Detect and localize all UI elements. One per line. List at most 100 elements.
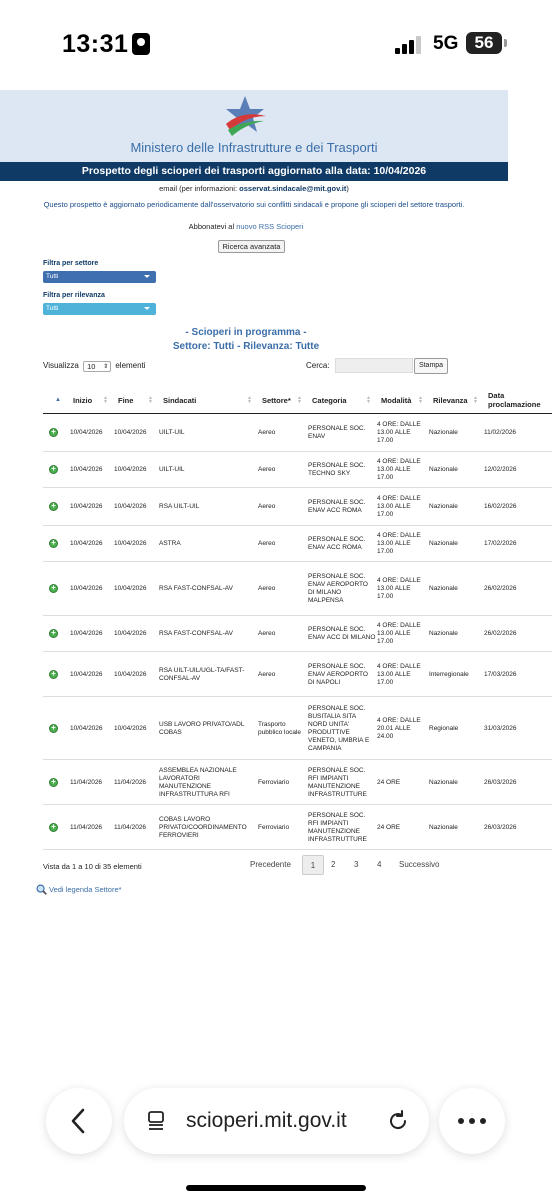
browser-toolbar: scioperi.mit.gov.it	[0, 1070, 552, 1200]
cell-settore: Aereo	[258, 630, 276, 637]
page-banner: Prospetto degli scioperi dei trasporti a…	[0, 162, 508, 181]
cell-fine: 11/04/2026	[114, 778, 147, 786]
cell-modalita: 24 ORE	[377, 823, 401, 831]
cell-data: 11/02/2026	[484, 429, 517, 436]
tabs-icon	[148, 1111, 164, 1130]
table-info: Vista da 1 a 10 di 35 elementi	[43, 862, 142, 871]
cell-settore: Aereo	[258, 429, 276, 436]
chevron-updown-icon: ⇕	[103, 364, 109, 370]
search-label: Cerca:	[306, 361, 330, 370]
cell-inizio: 10/04/2026	[70, 724, 103, 732]
table-body: 10/04/2026 10/04/2026 UILT-UIL Aereo PERSONA…	[43, 414, 552, 850]
plus-circle-icon[interactable]	[49, 723, 58, 733]
plus-circle-icon[interactable]	[49, 501, 58, 511]
column-header[interactable]: Rilevanza ▲ ▼	[425, 386, 480, 414]
plus-circle-icon[interactable]	[49, 464, 58, 474]
program-title: - Scioperi in programma -	[185, 327, 307, 338]
cell-fine: 10/04/2026	[114, 466, 147, 473]
table-row: 10/04/2026 10/04/2026 RSA FAST-CONFSAL-AV A…	[43, 616, 552, 652]
previous-page-button[interactable]: Precedente	[250, 855, 291, 875]
column-header[interactable]: Inizio ▲ ▼	[65, 386, 110, 414]
column-header[interactable]: Modalità ▲ ▼	[373, 386, 425, 414]
cell-settore: Ferroviario	[258, 823, 290, 831]
program-subtitle: Settore: Tutti - Rilevanza: Tutte	[172, 341, 320, 352]
page-length-control: Visualizza 10 ⇕ elementi	[43, 361, 146, 372]
cell-modalita: 4 ORE: DALLE 13.00 ALLE 17.00	[377, 458, 421, 481]
page-button-current[interactable]: 1	[302, 855, 324, 875]
cell-inizio: 11/04/2026	[70, 778, 103, 786]
legend-link[interactable]: Vedi legenda Settore*	[36, 884, 122, 895]
page-button[interactable]: 3	[354, 855, 358, 875]
plus-circle-icon[interactable]	[49, 777, 58, 787]
cell-inizio: 10/04/2026	[70, 670, 103, 678]
table-header: ▲ Inizio ▲ ▼ Fine ▲ ▼ Sindacati ▲ ▼ Settore* ▲ ▼…	[43, 386, 552, 414]
cell-sindacati: ASSEMBLEA NAZIONALE LAVORATORI MANUTENZI…	[159, 766, 237, 798]
cell-settore: Ferroviario	[258, 778, 290, 786]
cell-categoria: PERSONALE SOC. ENAV	[308, 425, 366, 440]
plus-circle-icon[interactable]	[49, 669, 58, 679]
column-header[interactable]: Settore* ▲ ▼	[254, 386, 304, 414]
reload-icon[interactable]	[386, 1109, 410, 1133]
magnifier-icon	[36, 884, 47, 895]
cell-data: 26/03/2026	[484, 823, 517, 831]
cell-categoria: PERSONALE SOC. ENAV AEROPORTO DI MILANO …	[308, 573, 368, 604]
cell-modalita: 4 ORE: DALLE 20.01 ALLE 24.00	[377, 716, 421, 740]
column-header[interactable]: Fine ▲ ▼	[110, 386, 155, 414]
plus-circle-icon[interactable]	[49, 427, 58, 437]
cell-sindacati: UILT-UIL	[159, 466, 185, 473]
cell-sindacati: RSA UILT-UIL/UGL-TA/FAST-CONFSAL-AV	[159, 666, 245, 682]
cell-modalita: 24 ORE	[377, 778, 401, 786]
print-button[interactable]: Stampa	[414, 358, 448, 374]
cell-rilevanza: Nazionale	[429, 429, 458, 436]
sector-filter-label: Filtra per settore	[43, 260, 99, 267]
search-input[interactable]	[335, 358, 413, 373]
cell-modalita: 4 ORE: DALLE 13.00 ALLE 17.00	[377, 622, 421, 645]
site-header: Ministero delle Infrastrutture e dei Tra…	[0, 90, 508, 162]
cell-modalita: 4 ORE: DALLE 13.00 ALLE 17.00	[377, 577, 421, 600]
cell-categoria: PERSONALE SOC. RFI IMPIANTI MANUTENZIONE…	[308, 766, 367, 798]
page-button[interactable]: 4	[377, 855, 381, 875]
table-row: 10/04/2026 10/04/2026 RSA UILT-UIL/UGL-TA/…	[43, 652, 552, 697]
battery-icon: 56	[466, 32, 507, 54]
rss-link[interactable]: nuovo RSS Scioperi	[236, 222, 303, 231]
ministry-logo-icon	[226, 96, 266, 136]
cell-categoria: PERSONALE SOC. TECHNO SKY	[308, 462, 366, 477]
column-header[interactable]: Categoria ▲ ▼	[304, 386, 373, 414]
status-bar: 13:31 5G 56	[0, 0, 552, 90]
back-button[interactable]	[46, 1088, 112, 1154]
cell-inizio: 10/04/2026	[70, 585, 103, 592]
table-row: 10/04/2026 10/04/2026 RSA FAST-CONFSAL-AV A…	[43, 562, 552, 616]
cell-data: 17/02/2026	[484, 540, 517, 547]
address-bar[interactable]: scioperi.mit.gov.it	[124, 1088, 429, 1154]
cell-fine: 11/04/2026	[114, 823, 147, 831]
cell-rilevanza: Nazionale	[429, 778, 458, 786]
cell-categoria: PERSONALE SOC. RFI IMPIANTI MANUTENZIONE…	[308, 811, 367, 843]
plus-circle-icon[interactable]	[49, 583, 58, 593]
cell-rilevanza: Interregionale	[429, 670, 469, 678]
page-length-select[interactable]: 10 ⇕	[83, 361, 112, 372]
cell-sindacati: USB LAVORO PRIVATO/ADL COBAS	[159, 720, 245, 736]
cell-data: 12/02/2026	[484, 466, 517, 473]
page-button[interactable]: 2	[331, 855, 335, 875]
table-row: 10/04/2026 10/04/2026 USB LAVORO PRIVATO/A…	[43, 697, 552, 760]
cell-sindacati: RSA FAST-CONFSAL-AV	[159, 630, 233, 637]
more-button[interactable]	[439, 1088, 505, 1154]
plus-circle-icon[interactable]	[49, 822, 58, 832]
cell-data: 26/02/2026	[484, 585, 517, 592]
expand-column-header[interactable]: ▲	[43, 386, 65, 414]
chevron-left-icon	[71, 1108, 85, 1134]
cell-modalita: 4 ORE: DALLE 13.00 ALLE 17.00	[377, 495, 421, 518]
next-page-button[interactable]: Successivo	[399, 855, 439, 875]
advanced-search-button[interactable]: Ricerca avanzata	[218, 240, 285, 253]
email-link[interactable]: osservat.sindacale@mit.gov.it	[239, 184, 346, 193]
column-header[interactable]: Sindacati ▲ ▼	[155, 386, 254, 414]
relevance-filter-select[interactable]: Tutti	[43, 303, 156, 315]
cell-inizio: 10/04/2026	[70, 466, 103, 473]
plus-circle-icon[interactable]	[49, 628, 58, 638]
column-header[interactable]: Data proclamazione	[480, 386, 552, 414]
plus-circle-icon[interactable]	[49, 538, 58, 548]
table-row: 11/04/2026 11/04/2026 ASSEMBLEA NAZIONALE …	[43, 760, 552, 805]
sector-filter-select[interactable]: Tutti	[43, 271, 156, 283]
cell-data: 31/03/2026	[484, 724, 517, 732]
status-time: 13:31	[62, 30, 151, 59]
